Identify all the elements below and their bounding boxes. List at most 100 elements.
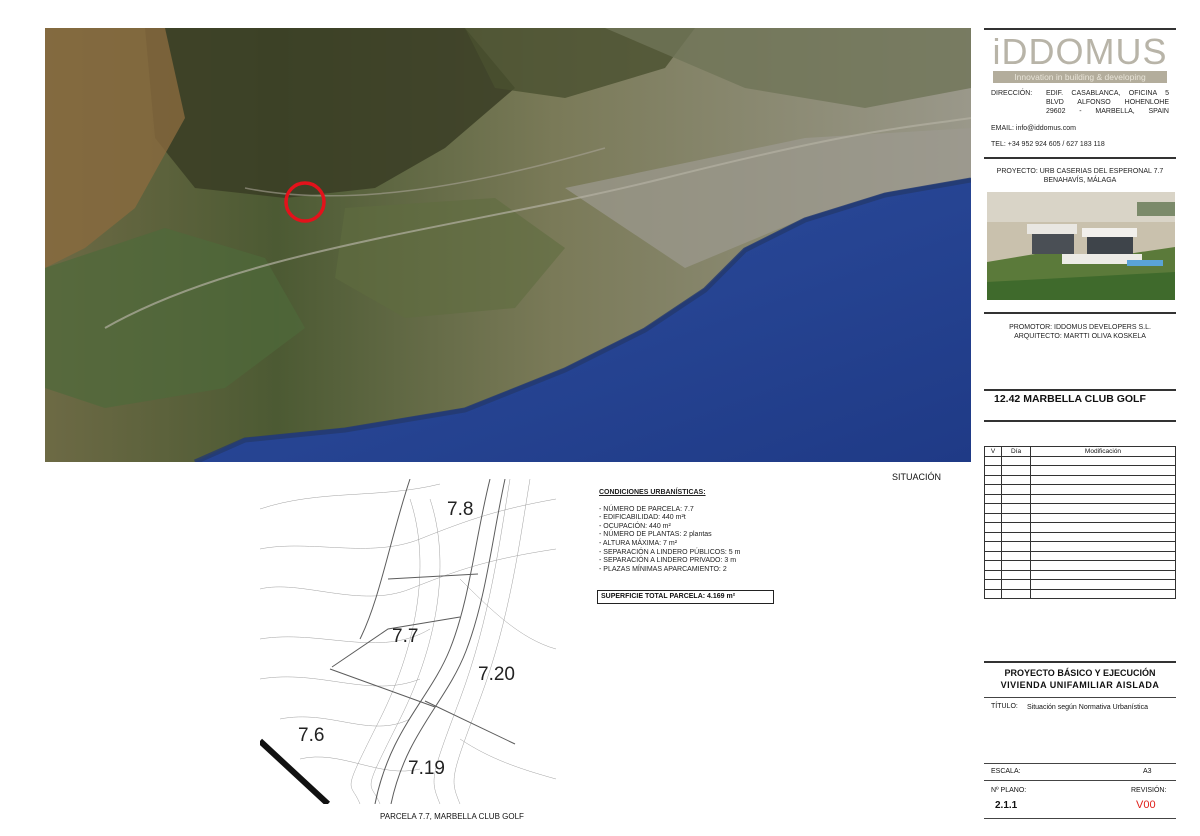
revision-cell <box>1001 588 1031 599</box>
revision-cell <box>1001 512 1031 523</box>
address-line-3: 29602 - MARBELLA, SPAIN <box>1046 108 1169 115</box>
revision-cell <box>1030 588 1176 599</box>
revision-cell <box>1030 569 1176 580</box>
plot-caption: PARCELA 7.7, MARBELLA CLUB GOLF <box>380 812 524 821</box>
escala-value: A3 <box>1143 768 1152 775</box>
address-line-2: BLVD ALFONSO HOHENLOHE <box>1046 99 1169 106</box>
project-type-line-1: PROYECTO BÁSICO Y EJECUCIÓN <box>1004 668 1156 678</box>
revision-cell <box>1030 579 1176 590</box>
revision-row <box>984 579 1176 590</box>
condition-item: - EDIFICABILIDAD: 440 m²t <box>599 514 686 522</box>
revision-cell <box>984 541 1002 552</box>
revision-row <box>984 550 1176 561</box>
revision-cell <box>984 531 1002 542</box>
titulo-label: TÍTULO: <box>991 703 1018 710</box>
revision-cell <box>984 522 1002 533</box>
revision-cell <box>984 465 1002 476</box>
plot-label-7-20: 7.20 <box>478 664 515 685</box>
revision-cell <box>984 484 1002 495</box>
project-line-1: PROYECTO: URB CASERIAS DEL ESPERONAL 7.7 <box>996 168 1164 175</box>
revision-cell <box>1001 493 1031 504</box>
revision-col-v: V <box>984 446 1002 457</box>
revision-cell <box>984 474 1002 485</box>
revision-cell <box>1030 560 1176 571</box>
revision-cell <box>1001 560 1031 571</box>
project-type-line-2: VIVIENDA UNIFAMILIAR AISLADA <box>1000 680 1160 690</box>
revision-cell <box>984 503 1002 514</box>
plano-number: 2.1.1 <box>995 800 1018 811</box>
plot-label-7-19: 7.19 <box>408 758 445 779</box>
condition-item: - NÚMERO DE PARCELA: 7.7 <box>599 505 694 513</box>
condition-item: - SEPARACIÓN A LINDERO PÚBLICOS: 5 m <box>599 548 741 556</box>
revision-cell <box>984 550 1002 561</box>
condition-item: - SEPARACIÓN A LINDERO PRIVADO: 3 m <box>599 557 737 565</box>
revision-cell <box>1030 531 1176 542</box>
revision-cell <box>1001 579 1031 590</box>
condition-item: - NÚMERO DE PLANTAS: 2 plantas <box>599 531 712 539</box>
revision-cell <box>1001 569 1031 580</box>
revision-row <box>984 455 1176 466</box>
project-line-2: BENAHAVÍS, MÁLAGA <box>1043 177 1117 184</box>
revision-row <box>984 569 1176 580</box>
revision-cell <box>1030 493 1176 504</box>
revision-cell <box>984 588 1002 599</box>
revision-col-modificacion: Modificación <box>1030 446 1176 457</box>
revision-cell <box>1001 522 1031 533</box>
revision-cell <box>1030 474 1176 485</box>
revision-cell <box>1030 465 1176 476</box>
revision-cell <box>1001 455 1031 466</box>
revision-cell <box>1030 503 1176 514</box>
company-email: EMAIL: info@iddomus.com <box>991 125 1076 132</box>
logo-text: iDDOMUS <box>992 31 1168 72</box>
revision-cell <box>1030 484 1176 495</box>
revision-col-dia: Día <box>1001 446 1031 457</box>
revision-cell <box>1030 550 1176 561</box>
revision-cell <box>1030 522 1176 533</box>
revision-row <box>984 560 1176 571</box>
revision-cell <box>984 569 1002 580</box>
company-logo: iDDOMUS Innovation in building & develop… <box>991 33 1169 85</box>
company-phone: TEL: +34 952 924 605 / 627 183 118 <box>991 141 1105 148</box>
revision-row <box>984 484 1176 495</box>
revision-cell <box>1001 474 1031 485</box>
plot-label-7-7: 7.7 <box>392 626 418 647</box>
revision-cell <box>984 560 1002 571</box>
satellite-map <box>45 28 971 462</box>
revision-row <box>984 512 1176 523</box>
escala-label: ESCALA: <box>991 768 1021 775</box>
revision-cell <box>1030 512 1176 523</box>
revision-cell <box>1001 541 1031 552</box>
revision-cell <box>1030 541 1176 552</box>
revision-table: V Día Modificación <box>984 446 1176 599</box>
urban-conditions: CONDICIONES URBANÍSTICAS: - NÚMERO DE PA… <box>599 489 740 574</box>
titulo-value: Situación según Normativa Urbanística <box>1027 704 1149 711</box>
revision-row <box>984 503 1176 514</box>
revision-value: V00 <box>1136 799 1156 811</box>
arquitecto-line: ARQUITECTO: MARTTI OLIVA KOSKELA <box>1014 333 1146 340</box>
address-line-1: EDIF. CASABLANCA, OFICINA 5 <box>1046 90 1169 97</box>
revision-row <box>984 474 1176 485</box>
conditions-title: CONDICIONES URBANÍSTICAS: <box>599 489 706 496</box>
plano-label: Nº PLANO: <box>991 787 1027 794</box>
house-render-image <box>987 192 1175 300</box>
location-title: 12.42 MARBELLA CLUB GOLF <box>994 393 1146 405</box>
revision-cell <box>1030 455 1176 466</box>
revision-row <box>984 531 1176 542</box>
revision-cell <box>984 455 1002 466</box>
revision-cell <box>1001 531 1031 542</box>
revision-cell <box>1001 503 1031 514</box>
revision-label: REVISIÓN: <box>1131 787 1167 794</box>
revision-cell <box>984 512 1002 523</box>
condition-item: - ALTURA MÁXIMA: 7 m² <box>599 539 678 547</box>
address-label: DIRECCIÓN: <box>991 90 1033 97</box>
revision-row <box>984 522 1176 533</box>
revision-cell <box>1001 465 1031 476</box>
revision-row <box>984 588 1176 599</box>
map-caption: SITUACIÓN <box>892 472 942 482</box>
revision-cell <box>984 579 1002 590</box>
revision-cell <box>1001 550 1031 561</box>
revision-row <box>984 493 1176 504</box>
promotor-line: PROMOTOR: IDDOMUS DEVELOPERS S.L. <box>1009 324 1151 331</box>
revision-row <box>984 541 1176 552</box>
revision-cell <box>1001 484 1031 495</box>
